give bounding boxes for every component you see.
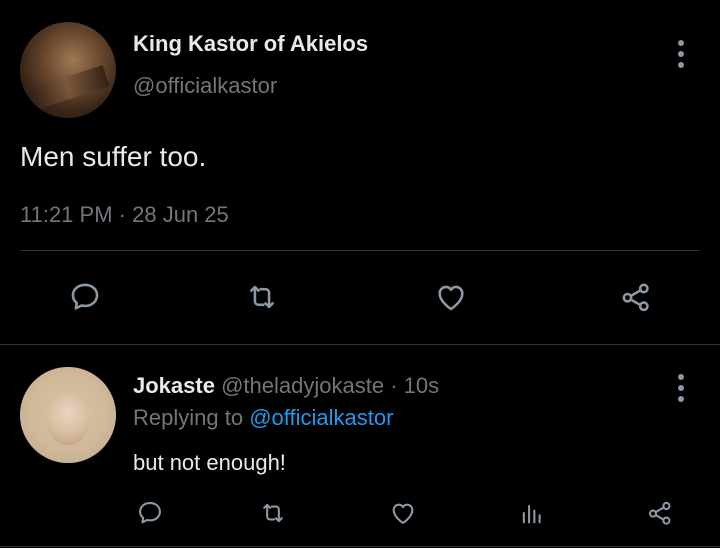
heart-icon[interactable] — [433, 280, 469, 314]
retweet-icon[interactable] — [258, 499, 288, 527]
tweet-text: Men suffer too. — [20, 141, 207, 172]
comment-icon[interactable] — [136, 499, 164, 527]
replying-to-label: Replying to — [133, 405, 244, 430]
share-icon[interactable] — [618, 280, 654, 314]
reply-age: 10s — [403, 373, 440, 398]
heart-icon[interactable] — [388, 499, 418, 527]
reply-header: Jokaste @theladyjokaste · 10s — [133, 373, 439, 399]
views-icon[interactable] — [518, 499, 546, 527]
divider — [0, 344, 720, 345]
replying-to: Replying to @officialkastor — [133, 405, 393, 431]
more-options-icon[interactable] — [669, 374, 693, 402]
reply-author-name[interactable]: Jokaste — [133, 373, 215, 398]
divider — [20, 250, 700, 251]
reply-text: but not enough! — [133, 450, 286, 475]
more-options-icon[interactable] — [669, 40, 693, 68]
tweet-date: 28 Jun 25 — [132, 202, 229, 227]
comment-icon[interactable] — [68, 280, 102, 314]
replying-to-handle[interactable]: @officialkastor — [249, 405, 393, 430]
reply-author-handle[interactable]: @theladyjokaste — [221, 373, 384, 398]
author-avatar[interactable] — [20, 22, 116, 118]
tweet-timestamp[interactable]: 11:21 PM · 28 Jun 25 — [20, 202, 229, 228]
author-handle[interactable]: @officialkastor — [133, 73, 277, 99]
share-icon[interactable] — [645, 499, 675, 527]
reply-author-avatar[interactable] — [20, 367, 116, 463]
reply-separator: · — [390, 373, 398, 398]
divider — [0, 546, 720, 547]
tweet-time: 11:21 PM — [20, 202, 113, 227]
timestamp-separator: · — [118, 202, 126, 227]
author-name[interactable]: King Kastor of Akielos — [133, 31, 368, 57]
retweet-icon[interactable] — [244, 280, 280, 314]
